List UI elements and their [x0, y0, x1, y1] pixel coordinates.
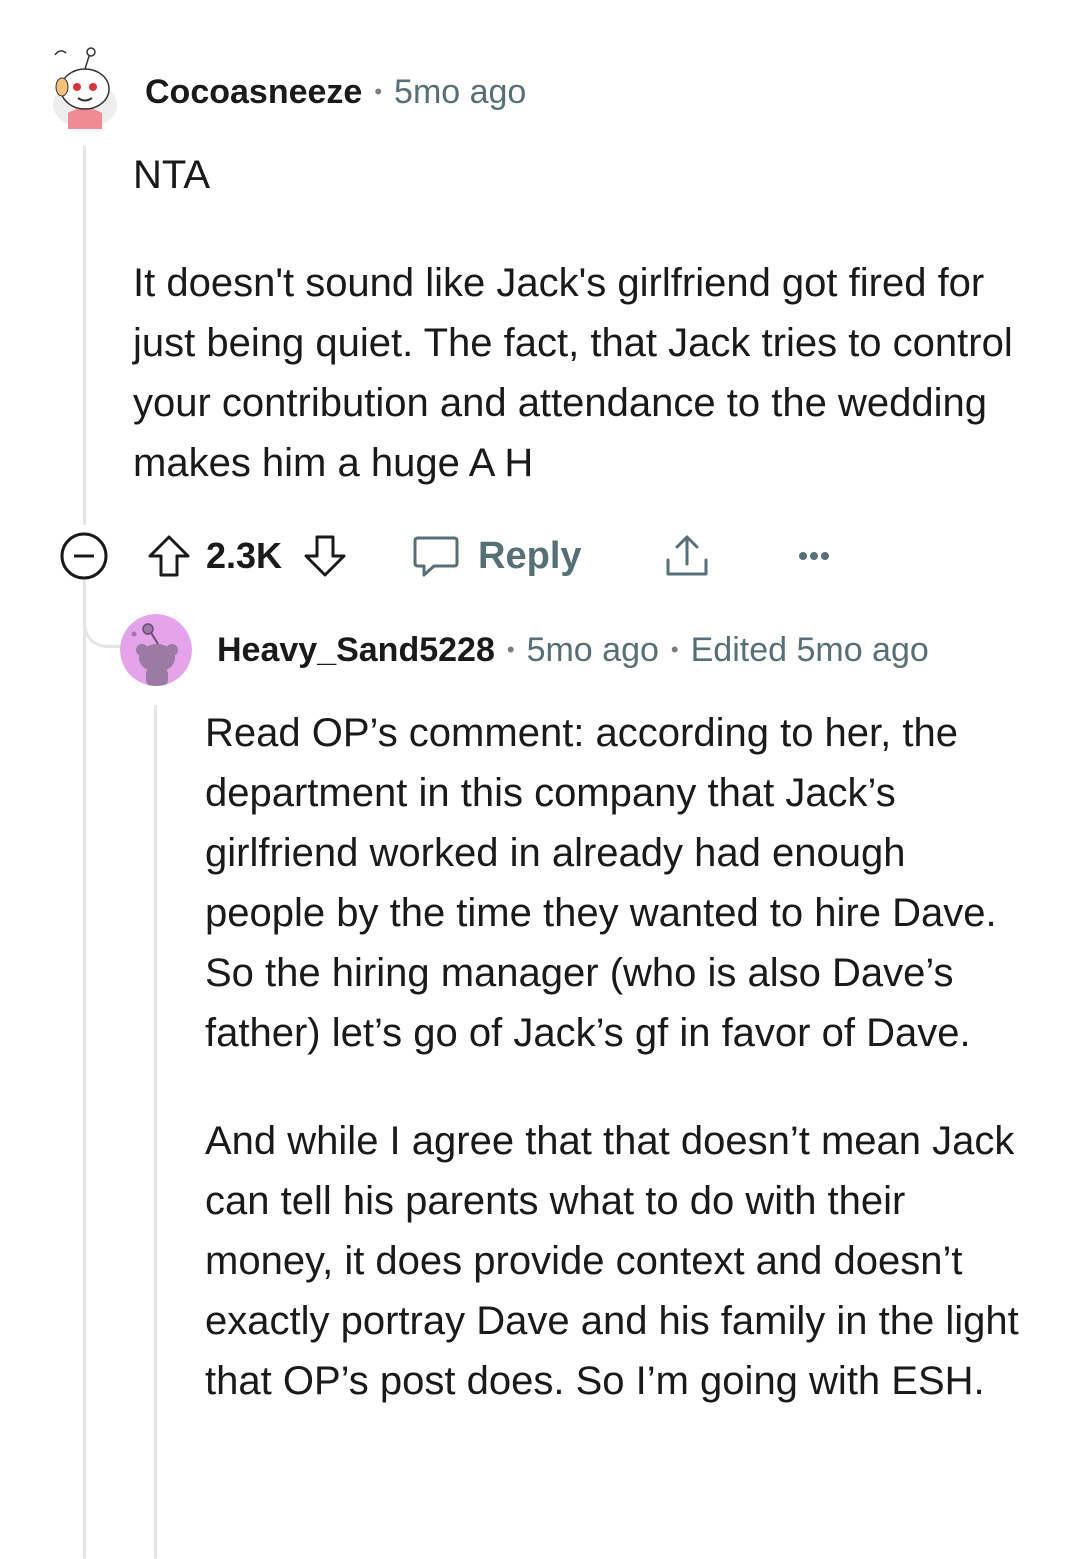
share-icon[interactable]: [662, 531, 712, 581]
thread-line-collapse[interactable]: [83, 580, 86, 1559]
upvote-icon[interactable]: [144, 531, 194, 581]
timestamp[interactable]: 5mo ago: [394, 73, 526, 112]
reply-button[interactable]: Reply: [412, 534, 582, 578]
thread-connector: [83, 590, 122, 648]
reply-body: Read OP’s comment: according to her, the…: [205, 703, 1025, 1411]
reply-header: Heavy_Sand5228 • 5mo ago • Edited 5mo ag…: [217, 628, 929, 672]
comment-body: NTA It doesn't sound like Jack's girlfri…: [133, 145, 1033, 493]
separator-dot: •: [374, 79, 383, 104]
collapse-icon[interactable]: [58, 530, 110, 582]
thread-line-main[interactable]: [83, 145, 86, 525]
reply-username[interactable]: Heavy_Sand5228: [217, 631, 495, 670]
comment-paragraph: It doesn't sound like Jack's girlfriend …: [133, 261, 1013, 485]
comment-header: Cocoasneeze • 5mo ago: [145, 70, 526, 114]
separator-dot: •: [670, 637, 679, 662]
reply-icon: [413, 536, 459, 577]
reply-avatar[interactable]: [120, 614, 192, 686]
vote-count: 2.3K: [206, 535, 283, 576]
username[interactable]: Cocoasneeze: [145, 73, 362, 112]
reply-paragraph: And while I agree that that doesn’t mean…: [205, 1119, 1019, 1403]
reply-timestamp[interactable]: 5mo ago: [527, 631, 659, 670]
action-bar: 2.3K Reply: [58, 526, 834, 586]
downvote-icon[interactable]: [300, 531, 350, 581]
edited-label: Edited 5mo ago: [690, 630, 929, 669]
reply-paragraph: Read OP’s comment: according to her, the…: [205, 711, 997, 1055]
separator-dot: •: [506, 637, 515, 662]
comment-paragraph: NTA: [133, 153, 211, 197]
avatar[interactable]: [50, 45, 120, 129]
thread-line-reply[interactable]: [154, 705, 157, 1559]
snoo-avatar-icon: [53, 47, 117, 129]
snoo-avatar-icon: [120, 614, 192, 686]
more-options-icon[interactable]: [794, 536, 834, 576]
reply-label: Reply: [478, 534, 582, 577]
